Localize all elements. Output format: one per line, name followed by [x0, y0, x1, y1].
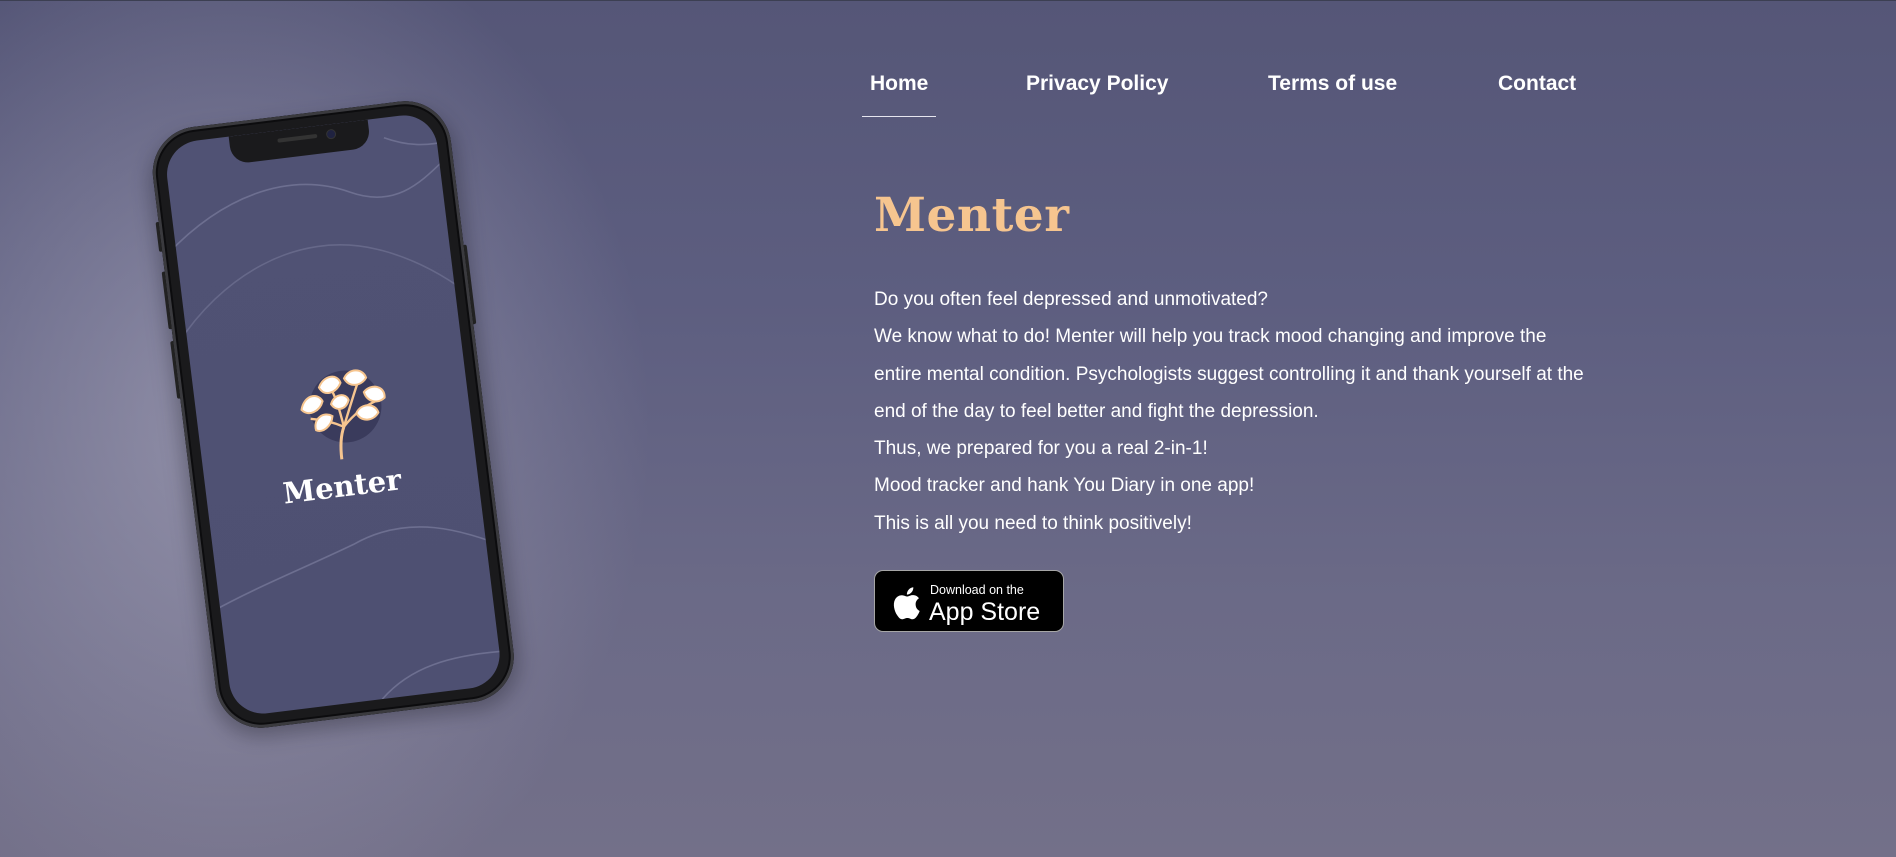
hero-line: This is all you need to think positively…: [874, 512, 1192, 534]
phone-screen: Menter: [163, 111, 504, 718]
phone-mockup: Menter: [144, 95, 524, 742]
app-store-badge-button[interactable]: Download on the App Store: [874, 570, 1064, 632]
nav-home[interactable]: Home: [862, 70, 937, 117]
hero-title: Menter: [874, 188, 1070, 243]
nav-terms-of-use[interactable]: Terms of use: [1260, 70, 1405, 116]
app-store-big-label: App Store: [929, 598, 1041, 626]
phone-camera: [326, 129, 336, 139]
apple-icon: [893, 587, 920, 620]
top-border: [0, 0, 1896, 1]
hero-line: Mood tracker and hank You Diary in one a…: [874, 475, 1255, 497]
hero-description: Do you often feel depressed and unmotiva…: [874, 281, 1594, 542]
brain-leaves-icon: [300, 369, 386, 460]
hero-line: Thus, we prepared for you a real 2-in-1!: [874, 438, 1208, 460]
nav-privacy-policy[interactable]: Privacy Policy: [1018, 70, 1176, 116]
phone-speaker: [277, 133, 318, 143]
app-store-small-label: Download on the: [930, 583, 1024, 597]
hero-line: Do you often feel depressed and unmotiva…: [874, 289, 1268, 310]
nav-contact[interactable]: Contact: [1490, 70, 1584, 116]
hero-line: We know what to do! Menter will help you…: [874, 326, 1584, 422]
landing-page: Menter Home Privacy Policy Terms of use …: [0, 0, 1896, 857]
phone-body: Menter: [147, 95, 520, 734]
